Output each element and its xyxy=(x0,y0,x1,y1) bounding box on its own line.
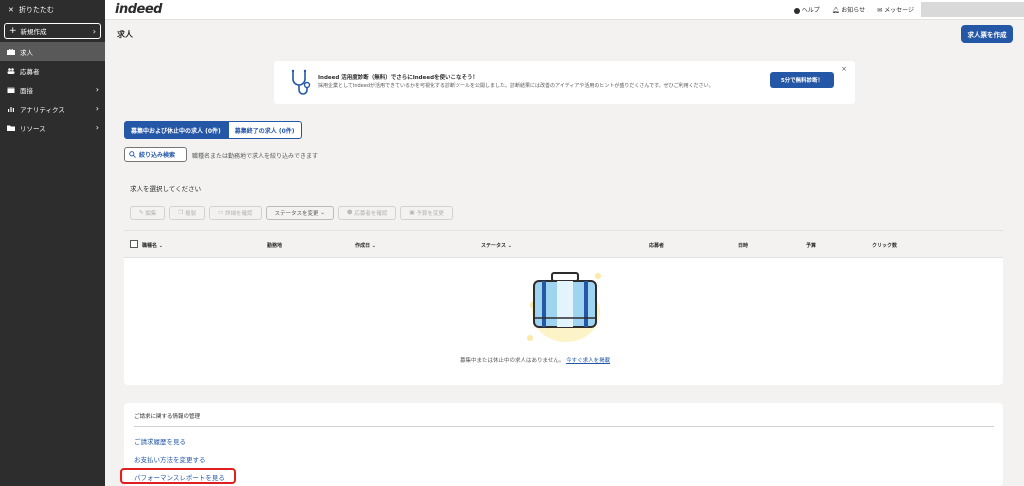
new-create-button[interactable]: + 新規作成 › xyxy=(4,23,101,39)
top-header: indeed ヘルプ 🔔︎ お知らせ ✉︎ メッセージ xyxy=(105,0,1024,20)
jobs-table-header: 職種名 ⌄ 勤務地 作成日 ⌄ ステータス ⌄ 応募者 日時 予算 クリック数 xyxy=(124,230,1003,258)
empty-state: 募集中または休止中の求人はありません。 今すぐ求人を掲載 xyxy=(124,258,1003,385)
stethoscope-icon xyxy=(291,69,311,95)
plus-icon: + xyxy=(9,26,17,36)
column-status[interactable]: ステータス ⌄ xyxy=(481,242,512,249)
chevron-right-icon: › xyxy=(95,123,99,132)
mail-icon: ✉︎ xyxy=(877,7,883,14)
sidebar-item-jobs[interactable]: 求人 xyxy=(0,42,105,61)
column-datetime: 日時 xyxy=(738,243,749,249)
sidebar-item-analytics[interactable]: アナリティクス › xyxy=(0,99,105,118)
chevron-right-icon: › xyxy=(95,104,99,113)
people-icon xyxy=(7,67,15,74)
banner-body: 採用企業としてIndeedが活用できているかを可視化する診断ツールを公開しました… xyxy=(318,83,714,89)
column-location: 勤務地 xyxy=(267,243,283,249)
collapse-label: 折りたたむ xyxy=(18,6,54,14)
suitcase-illustration xyxy=(527,272,601,342)
chevron-down-icon: ⌄ xyxy=(318,210,325,216)
column-applicants: 応募者 xyxy=(649,243,665,249)
indeed-logo[interactable]: indeed xyxy=(115,2,162,17)
briefcase-icon xyxy=(7,48,15,55)
jobs-toolbar: ✎ 編集 ❐ 複製 ▭ 詳細を確認 ステータスを変更 ⌄ ☻ 応募者を確認 ▣ … xyxy=(130,206,453,220)
change-status-button[interactable]: ステータスを変更 ⌄ xyxy=(265,206,334,220)
briefcase-icon: ▭ xyxy=(218,210,226,216)
messages-link[interactable]: ✉︎ メッセージ xyxy=(877,5,914,14)
column-created[interactable]: 作成日 ⌄ xyxy=(355,242,376,249)
bell-icon: 🔔︎ xyxy=(831,7,840,14)
billing-title: ご請求に関する情報の管理 xyxy=(134,414,201,420)
billing-card: ご請求に関する情報の管理 ご請求履歴を見る お支払い方法を変更する パフォーマン… xyxy=(124,403,1003,486)
close-icon[interactable]: × xyxy=(841,65,847,73)
money-icon: ▣ xyxy=(409,210,417,216)
sidebar-item-applicants[interactable]: 応募者 xyxy=(0,61,105,80)
free-diagnosis-button[interactable]: 5分で無料診断！ xyxy=(770,72,834,88)
create-job-button[interactable]: 求人票を作成 xyxy=(961,25,1013,43)
chart-icon xyxy=(8,106,14,112)
change-payment-link[interactable]: お支払い方法を変更する xyxy=(134,454,206,464)
filter-hint: 職種名または勤務地で求人を絞り込みできます xyxy=(192,153,319,160)
new-create-label: 新規作成 xyxy=(20,28,47,36)
search-icon xyxy=(129,151,136,158)
close-icon: ✕ xyxy=(8,6,14,14)
help-icon xyxy=(793,7,800,14)
sidebar-item-label: 面接 xyxy=(20,86,33,95)
page-title: 求人 xyxy=(117,30,133,39)
chevron-right-icon: › xyxy=(95,85,99,94)
select-all-checkbox[interactable] xyxy=(130,240,138,248)
tab-closed-jobs[interactable]: 募集終了の求人 (0件) xyxy=(227,121,302,139)
sidebar-item-label: リソース xyxy=(20,124,46,133)
divider xyxy=(134,426,994,427)
sidebar: ✕ 折りたたむ + 新規作成 › 求人 応募者 面接 › アナリティクス › リ… xyxy=(0,0,105,486)
sidebar-item-interviews[interactable]: 面接 › xyxy=(0,80,105,99)
copy-icon: ❐ xyxy=(178,210,186,216)
sidebar-item-label: 応募者 xyxy=(20,67,40,76)
duplicate-button[interactable]: ❐ 複製 xyxy=(169,206,206,220)
collapse-sidebar-button[interactable]: ✕ 折りたたむ xyxy=(0,0,105,20)
banner-title: Indeed 活用度診断（無料）でさらにIndeedを使いこなそう！ xyxy=(318,75,479,81)
empty-message: 募集中または休止中の求人はありません。 今すぐ求人を掲載 xyxy=(460,358,611,364)
filter-button-label: 絞り込み検索 xyxy=(139,152,176,159)
edit-button[interactable]: ✎ 編集 xyxy=(130,206,166,220)
details-button[interactable]: ▭ 詳細を確認 xyxy=(209,206,262,220)
filter-search-button[interactable]: 絞り込み検索 xyxy=(124,147,187,162)
chevron-right-icon: › xyxy=(92,26,96,36)
sidebar-item-label: アナリティクス xyxy=(20,105,65,114)
change-budget-button[interactable]: ▣ 予算を変更 xyxy=(400,206,453,220)
job-tabs: 募集中および休止中の求人 (0件) 募集終了の求人 (0件) xyxy=(124,121,302,139)
help-link[interactable]: ヘルプ xyxy=(793,5,820,14)
account-menu[interactable] xyxy=(921,2,1024,17)
folder-icon xyxy=(7,125,15,131)
people-icon: ☻ xyxy=(346,210,355,216)
post-job-now-link[interactable]: 今すぐ求人を掲載 xyxy=(566,358,610,364)
notifications-link[interactable]: 🔔︎ お知らせ xyxy=(832,5,865,14)
calendar-icon xyxy=(7,87,15,93)
column-clicks: クリック数 xyxy=(872,243,898,249)
sidebar-item-label: 求人 xyxy=(20,48,33,57)
view-applicants-button[interactable]: ☻ 応募者を確認 xyxy=(337,206,397,220)
highlight-annotation xyxy=(120,468,236,484)
billing-history-link[interactable]: ご請求履歴を見る xyxy=(134,436,186,446)
promo-banner: Indeed 活用度診断（無料）でさらにIndeedを使いこなそう！ 採用企業と… xyxy=(274,61,855,104)
column-title[interactable]: 職種名 ⌄ xyxy=(142,242,163,249)
select-prompt: 求人を選択してください xyxy=(130,185,202,193)
column-budget: 予算 xyxy=(806,243,817,249)
sidebar-item-resources[interactable]: リソース › xyxy=(0,118,105,137)
jobs-card: 求人を選択してください ✎ 編集 ❐ 複製 ▭ 詳細を確認 ステータスを変更 ⌄… xyxy=(124,170,1003,385)
tab-active-jobs[interactable]: 募集中および休止中の求人 (0件) xyxy=(124,121,228,139)
